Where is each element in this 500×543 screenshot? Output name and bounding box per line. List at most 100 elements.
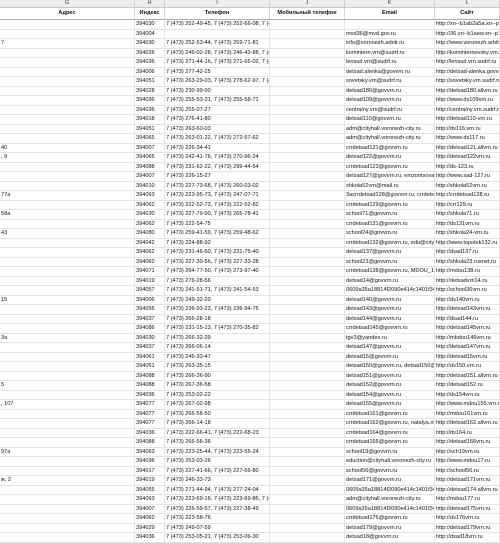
- cell-mobile-phone[interactable]: [270, 58, 345, 67]
- cell-mobile-phone[interactable]: [270, 514, 345, 523]
- cell-index[interactable]: 394036: [135, 457, 165, 466]
- header-site[interactable]: Сайт: [435, 8, 500, 19]
- cell-mobile-phone[interactable]: [270, 447, 345, 457]
- cell-index[interactable]: 394019: [135, 476, 165, 485]
- cell-site[interactable]: http://www.mdou17.ru: [435, 457, 500, 466]
- cell-address[interactable]: [0, 200, 135, 210]
- cell-mobile-phone[interactable]: [270, 504, 345, 514]
- cell-index[interactable]: 394062: [135, 248, 165, 257]
- cell-address[interactable]: [0, 428, 135, 438]
- cell-phone[interactable]: 7 (473) 252-53-44, 7 (473) 259-71-81: [165, 39, 270, 48]
- cell-site[interactable]: http://shkola71.ru: [435, 210, 500, 219]
- cell-email[interactable]: crrdetsad129@govvrn.ru: [345, 200, 435, 210]
- cell-email[interactable]: [345, 20, 435, 29]
- cell-address[interactable]: [0, 286, 135, 295]
- cell-email[interactable]: detsad147@govvrn.ru: [345, 343, 435, 352]
- cell-index[interactable]: 394026: [135, 48, 165, 58]
- cell-index[interactable]: 394030: [135, 39, 165, 48]
- cell-address[interactable]: [0, 248, 135, 257]
- cell-site[interactable]: http://mdou138.ru: [435, 267, 500, 276]
- cell-mobile-phone[interactable]: [270, 419, 345, 428]
- column-letter-l[interactable]: L: [435, 0, 500, 7]
- cell-email[interactable]: 0609a35a18814f2090e414c1401f34dc@govvrn.…: [345, 485, 435, 495]
- cell-site[interactable]: http://shkola52vrn.ru: [435, 181, 500, 191]
- cell-address[interactable]: [0, 485, 135, 495]
- cell-email[interactable]: detsad150@govvrn.ru, detsad150@yandex.ru: [345, 362, 435, 371]
- cell-address[interactable]: [0, 86, 135, 96]
- cell-site[interactable]: http://detsad122vrn.ru: [435, 153, 500, 162]
- cell-site[interactable]: http://detsad175vrn.ru: [435, 504, 500, 514]
- cell-index[interactable]: 394062: [135, 219, 165, 229]
- cell-mobile-phone[interactable]: [270, 191, 345, 200]
- cell-address[interactable]: [0, 219, 135, 229]
- cell-phone[interactable]: 7 (473) 227-30-56, 7 (473) 227-33-28: [165, 257, 270, 267]
- cell-site[interactable]: http://detsad147vrn.ru: [435, 343, 500, 352]
- cell-phone[interactable]: 7 (473) 223-95-73, 7 (473) 247-07-71: [165, 191, 270, 200]
- header-phone[interactable]: Телефон: [165, 8, 270, 19]
- cell-phone[interactable]: 7 (473) 255-07-27: [165, 105, 270, 115]
- cell-email[interactable]: detsad18@govvrn.ru: [345, 533, 435, 542]
- column-letter-j[interactable]: J: [270, 0, 345, 7]
- cell-site[interactable]: http://detsad121.allvrn.ru: [435, 143, 500, 153]
- cell-mobile-phone[interactable]: [270, 485, 345, 495]
- cell-phone[interactable]: 7 (473) 249-32-20: [165, 295, 270, 305]
- cell-site[interactable]: http://sovetsky.vrn.sudrf.ru: [435, 77, 500, 86]
- cell-address[interactable]: 3а: [0, 333, 135, 343]
- cell-mobile-phone[interactable]: [270, 400, 345, 409]
- cell-email[interactable]: 0609a35a18814f2090e414c1401f34dc@govvrn.…: [345, 504, 435, 514]
- cell-email[interactable]: eduction@cityhall.voronezh-city.ru: [345, 457, 435, 466]
- cell-address[interactable]: [0, 267, 135, 276]
- cell-site[interactable]: http://www.topolek132.ru: [435, 238, 500, 248]
- cell-index[interactable]: 394051: [135, 362, 165, 371]
- cell-index[interactable]: 394055: [135, 305, 165, 314]
- cell-address[interactable]: [0, 58, 135, 67]
- cell-phone[interactable]: 7 (473) 226-15-27: [165, 172, 270, 181]
- cell-index[interactable]: 394036: [135, 105, 165, 115]
- cell-address[interactable]: [0, 96, 135, 105]
- cell-mobile-phone[interactable]: [270, 219, 345, 229]
- cell-mobile-phone[interactable]: [270, 333, 345, 343]
- cell-mobile-phone[interactable]: [270, 210, 345, 219]
- cell-site[interactable]: http://ds140vrn.ru: [435, 295, 500, 305]
- cell-address[interactable]: [0, 77, 135, 86]
- cell-phone[interactable]: 7 (473) 226-59-57, 7 (473) 227-38-49: [165, 504, 270, 514]
- cell-address[interactable]: [0, 324, 135, 333]
- cell-phone[interactable]: 7 (473) 227-79-90, 7 (473) 265-78-41: [165, 210, 270, 219]
- cell-site[interactable]: http://kominternovsky.vrn.sudrf.ru: [435, 48, 500, 58]
- cell-mobile-phone[interactable]: [270, 466, 345, 476]
- cell-site[interactable]: http://36.xn--b1aew.xn--p1ai: [435, 29, 500, 39]
- cell-mobile-phone[interactable]: [270, 476, 345, 485]
- cell-mobile-phone[interactable]: [270, 238, 345, 248]
- cell-index[interactable]: 394028: [135, 86, 165, 96]
- cell-phone[interactable]: 7 (473) 266-14-18: [165, 419, 270, 428]
- cell-address[interactable]: [0, 67, 135, 77]
- cell-email[interactable]: detsad152@govvrn.ru: [345, 381, 435, 390]
- cell-email[interactable]: detsad144@govvrn.ru: [345, 314, 435, 324]
- cell-site[interactable]: http://crr129.ru: [435, 200, 500, 210]
- cell-index[interactable]: 394062: [135, 200, 165, 210]
- cell-index[interactable]: 394018: [135, 115, 165, 124]
- cell-email[interactable]: school23@govvrn.ru: [345, 257, 435, 267]
- cell-mobile-phone[interactable]: [270, 276, 345, 286]
- cell-mobile-phone[interactable]: [270, 324, 345, 333]
- cell-index[interactable]: 394030: [135, 20, 165, 29]
- cell-address[interactable]: [0, 523, 135, 533]
- cell-phone[interactable]: 7 (473) 271-44-16, 7 (473) 271-66-02, 7 …: [165, 58, 270, 67]
- cell-phone[interactable]: 7 (473) 271-44-94, 7 (473) 277-24-04: [165, 485, 270, 495]
- cell-mobile-phone[interactable]: [270, 162, 345, 172]
- cell-site[interactable]: http://detsad151.allvrn.ru: [435, 371, 500, 381]
- cell-site[interactable]: http://ds164.ru: [435, 428, 500, 438]
- cell-index[interactable]: 394061: [135, 352, 165, 362]
- cell-index[interactable]: 394042: [135, 238, 165, 248]
- cell-phone[interactable]: 7 (473) 266-58-50: [165, 409, 270, 419]
- cell-index[interactable]: 394007: [135, 504, 165, 514]
- cell-email[interactable]: crrdetsad166@govvrn.ru: [345, 438, 435, 447]
- cell-email[interactable]: detsad171@govvrn.ru: [345, 476, 435, 485]
- cell-site[interactable]: http://detsadvrn14.ru: [435, 276, 500, 286]
- cell-site[interactable]: http://detsad143vrn.ru: [435, 305, 500, 314]
- cell-phone[interactable]: 7 (473) 222-52-73, 7 (473) 222-52-82: [165, 200, 270, 210]
- cell-phone[interactable]: 7 (473) 267-02-98: [165, 400, 270, 409]
- cell-address[interactable]: [0, 533, 135, 542]
- cell-mobile-phone[interactable]: [270, 295, 345, 305]
- cell-phone[interactable]: 7 (473) 263-60-03: [165, 124, 270, 134]
